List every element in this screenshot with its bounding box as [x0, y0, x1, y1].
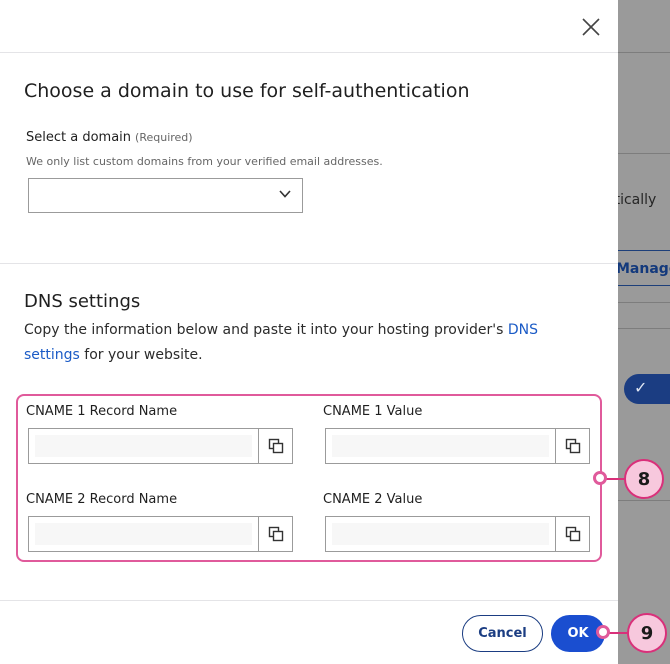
copy-icon — [268, 438, 283, 454]
cname2-value-label: CNAME 2 Value — [323, 492, 423, 507]
background-partial-text: atically — [618, 192, 657, 208]
cname2-value-field[interactable] — [325, 516, 590, 552]
cname1-record-name-field[interactable] — [28, 428, 293, 464]
cname1-record-name-label: CNAME 1 Record Name — [26, 404, 178, 419]
domain-select[interactable] — [28, 178, 303, 213]
background-toggle: ✓ — [624, 374, 670, 404]
cname1-value-label: CNAME 1 Value — [323, 404, 423, 419]
background-page: atically Manage ✓ — [618, 0, 670, 664]
close-icon — [582, 18, 600, 36]
chevron-down-icon — [279, 190, 291, 198]
background-manage-label: Manage — [618, 261, 670, 277]
dns-section-title: DNS settings — [24, 291, 141, 312]
background-divider — [618, 328, 670, 329]
background-divider — [618, 500, 670, 501]
domain-select-label: Select a domain (Required) — [26, 130, 193, 145]
required-tag: (Required) — [135, 131, 193, 144]
cname2-record-name-value — [35, 523, 252, 545]
background-manage-button: Manage — [618, 250, 670, 286]
background-divider — [618, 153, 670, 154]
copy-icon — [565, 438, 580, 454]
callout-8-badge: 8 — [624, 459, 664, 499]
copy-icon — [565, 526, 580, 542]
dns-description-text: Copy the information below and paste it … — [24, 322, 508, 338]
copy-button[interactable] — [258, 517, 292, 551]
dns-section-description: Copy the information below and paste it … — [24, 318, 594, 368]
callout-9-anchor — [596, 625, 610, 639]
domain-section-title: Choose a domain to use for self-authenti… — [24, 80, 470, 102]
header-divider — [0, 52, 618, 53]
cancel-button[interactable]: Cancel — [462, 615, 543, 652]
copy-button[interactable] — [555, 429, 589, 463]
cname2-record-name-field[interactable] — [28, 516, 293, 552]
domain-select-label-text: Select a domain — [26, 130, 132, 145]
footer-divider — [0, 600, 618, 601]
close-button[interactable] — [580, 16, 602, 38]
section-divider — [0, 263, 618, 264]
dns-description-text-end: for your website. — [79, 347, 203, 363]
callout-9-badge: 9 — [627, 613, 667, 653]
background-divider — [618, 52, 670, 53]
copy-icon — [268, 526, 283, 542]
cname1-value-field[interactable] — [325, 428, 590, 464]
self-authentication-modal: Choose a domain to use for self-authenti… — [0, 0, 618, 664]
cname2-record-name-label: CNAME 2 Record Name — [26, 492, 178, 507]
cname1-record-name-value — [35, 435, 252, 457]
cname2-value-value — [332, 523, 549, 545]
callout-8-anchor — [593, 471, 607, 485]
copy-button[interactable] — [555, 517, 589, 551]
cname1-value-value — [332, 435, 549, 457]
check-icon: ✓ — [634, 378, 648, 397]
copy-button[interactable] — [258, 429, 292, 463]
domain-select-hint: We only list custom domains from your ve… — [26, 155, 383, 168]
background-divider — [618, 302, 670, 303]
